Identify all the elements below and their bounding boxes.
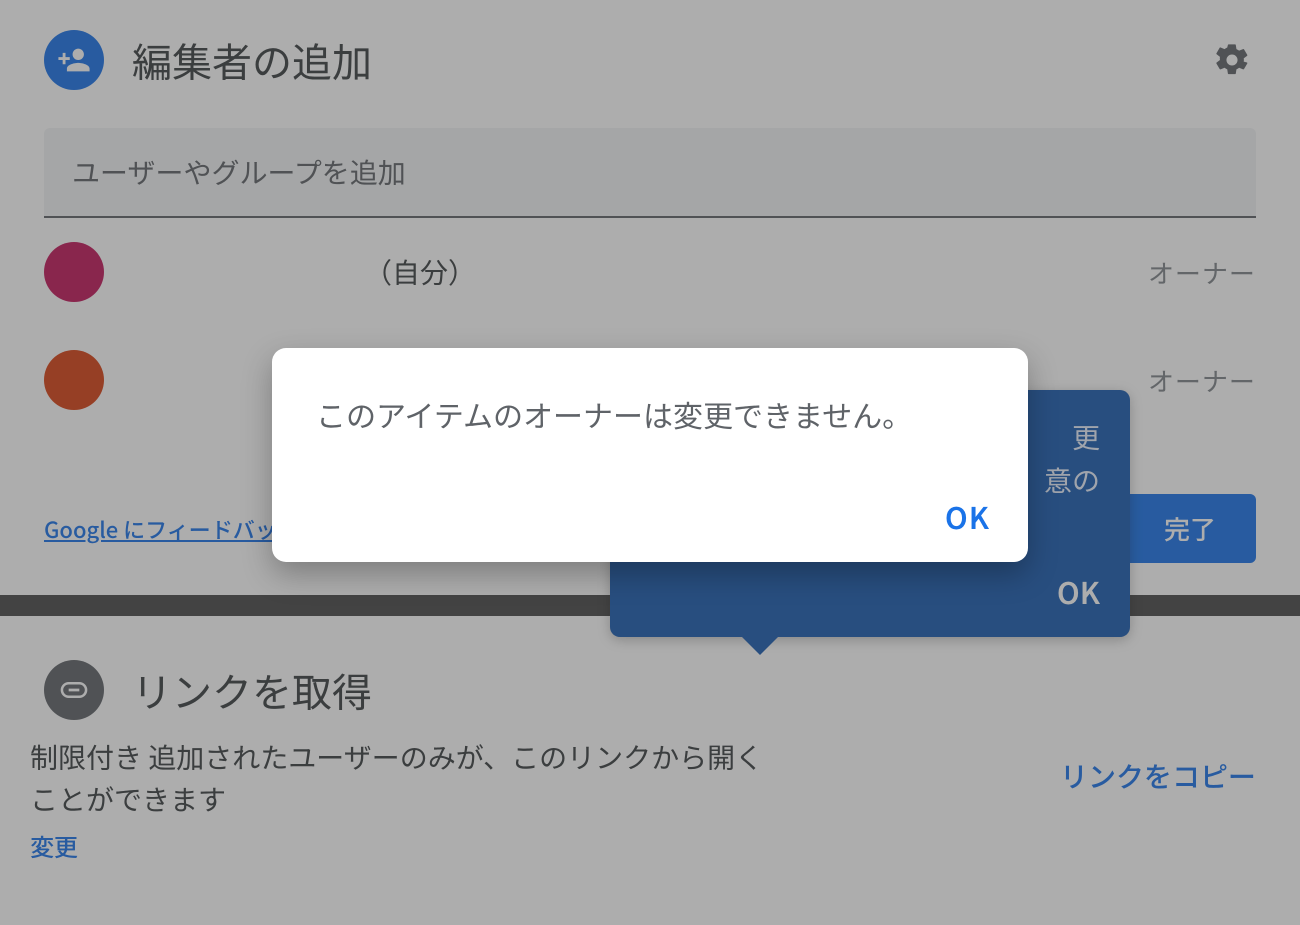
alert-message: このアイテムのオーナーは変更できません。 xyxy=(316,392,984,436)
alert-modal: このアイテムのオーナーは変更できません。 OK xyxy=(272,348,1028,562)
alert-ok-button[interactable]: OK xyxy=(945,494,990,538)
